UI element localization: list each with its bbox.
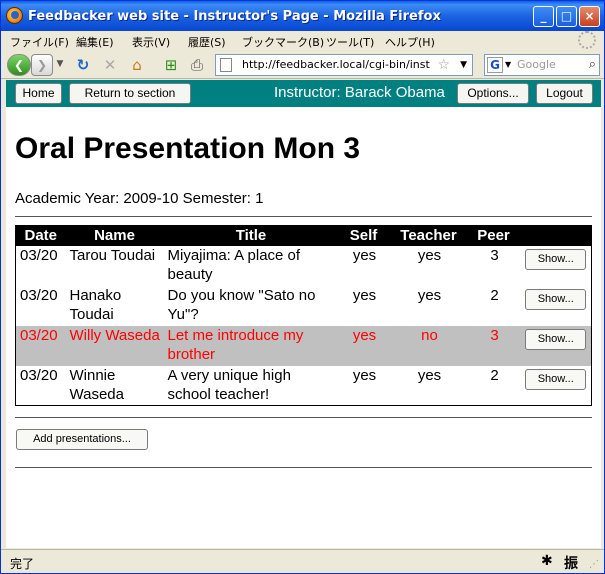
navigation-toolbar: ❮ ❯ ▼ ↻ ✕ ⌂ ⊞ ⎙ http://feedbacker.local/… xyxy=(1,51,604,79)
cell-peer: 3 xyxy=(468,325,519,366)
cell-title: Do you know "Sato no Yu"? xyxy=(167,286,316,323)
cell-teacher: no xyxy=(388,325,469,366)
cell-date: 03/20 xyxy=(20,366,58,384)
cell-name: Willy Waseda xyxy=(65,325,164,366)
addon-bug-icon[interactable]: ✱ xyxy=(541,553,553,569)
menu-tools[interactable]: ツール(T) xyxy=(326,34,374,50)
cell-title: Miyajima: A place of beauty xyxy=(167,246,301,283)
maximize-button[interactable]: □ xyxy=(556,6,577,27)
app-toolbar: Home Return to section Instructor: Barac… xyxy=(6,80,601,107)
show-button[interactable]: Show... xyxy=(525,248,587,270)
cell-self: yes xyxy=(352,366,377,384)
divider xyxy=(15,467,592,468)
forward-button[interactable]: ❯ xyxy=(31,54,53,76)
divider xyxy=(15,216,592,217)
menu-view[interactable]: 表示(V) xyxy=(132,34,170,50)
print-icon[interactable]: ⎙ xyxy=(187,55,207,75)
page-icon xyxy=(220,58,232,72)
cell-peer: 2 xyxy=(490,286,499,304)
firefox-logo-icon xyxy=(6,7,23,24)
cell-action: Show... xyxy=(519,286,592,326)
header-teacher: Teacher xyxy=(388,225,469,246)
logout-button[interactable]: Logout xyxy=(536,83,593,104)
home-icon[interactable]: ⌂ xyxy=(127,55,147,75)
home-button[interactable]: Home xyxy=(15,83,62,104)
menu-file[interactable]: ファイル(F) xyxy=(10,34,69,50)
header-action xyxy=(518,225,592,246)
window-title: Feedbacker web site - Instructor's Page … xyxy=(28,9,441,24)
cell-teacher: yes xyxy=(417,366,442,384)
page-content: Home Return to section Instructor: Barac… xyxy=(6,80,601,548)
history-dropdown-icon[interactable]: ▼ xyxy=(54,54,66,76)
url-text: http://feedbacker.local/cgi-bin/inst xyxy=(242,58,430,71)
cell-peer: 2 xyxy=(490,366,499,384)
cell-self: yes xyxy=(352,246,377,264)
menu-edit[interactable]: 編集(E) xyxy=(76,34,114,50)
new-tab-icon[interactable]: ⊞ xyxy=(161,55,181,75)
cell-action: Show... xyxy=(518,325,592,366)
resize-grip-icon[interactable]: ⋰ xyxy=(589,559,599,570)
back-button[interactable]: ❮ xyxy=(7,54,31,76)
cell-title: A very unique high school teacher! xyxy=(167,366,291,403)
cell-peer: 3 xyxy=(490,246,499,264)
cell-self: yes xyxy=(338,325,389,366)
engine-dropdown-icon[interactable]: ▼ xyxy=(505,55,511,75)
stop-icon[interactable]: ✕ xyxy=(100,55,120,75)
cell-action: Show... xyxy=(519,366,592,406)
status-text: 完了 xyxy=(10,557,35,571)
search-icon[interactable]: ⌕ xyxy=(589,55,596,75)
show-button[interactable]: Show... xyxy=(525,328,587,350)
search-box[interactable]: G ▼ Google ⌕ xyxy=(484,54,600,76)
cell-self: yes xyxy=(352,286,377,304)
cell-title: Let me introduce my brother xyxy=(163,325,339,366)
browser-window: Feedbacker web site - Instructor's Page … xyxy=(0,0,605,574)
throbber-icon xyxy=(578,31,596,49)
cell-teacher: yes xyxy=(417,246,442,264)
table-row-highlighted: 03/20 Willy Waseda Let me introduce my b… xyxy=(15,325,592,366)
menu-history[interactable]: 履歴(S) xyxy=(188,34,226,50)
title-bar: Feedbacker web site - Instructor's Page … xyxy=(1,1,604,31)
close-button[interactable]: × xyxy=(579,6,600,27)
cell-date: 03/20 xyxy=(15,325,66,366)
status-bar: 完了 ✱ 振 ⋰ xyxy=(1,549,604,573)
add-presentations-button[interactable]: Add presentations... xyxy=(16,429,148,450)
cell-name: Winnie Waseda xyxy=(69,366,124,403)
search-placeholder: Google xyxy=(517,58,556,71)
menu-bookmarks[interactable]: ブックマーク(B) xyxy=(242,34,324,50)
options-button[interactable]: Options... xyxy=(457,83,529,104)
presentations-table: Date Name Title Self Teacher Peer 03/20 … xyxy=(15,225,592,406)
page-title: Oral Presentation Mon 3 xyxy=(15,132,361,165)
cell-date: 03/20 xyxy=(20,286,58,304)
show-button[interactable]: Show... xyxy=(525,368,587,390)
divider xyxy=(15,417,592,418)
cell-name: Tarou Toudai xyxy=(69,246,156,264)
minimize-button[interactable]: _ xyxy=(533,6,554,27)
menu-bar: ファイル(F) 編集(E) 表示(V) 履歴(S) ブックマーク(B) ツール(… xyxy=(1,31,604,51)
header-name: Name xyxy=(65,225,164,246)
cell-teacher: yes xyxy=(417,286,442,304)
table-row: 03/20 Tarou Toudai Miyajima: A place of … xyxy=(16,246,592,286)
cell-name: Hanako Toudai xyxy=(69,286,122,323)
show-button[interactable]: Show... xyxy=(525,288,587,310)
instructor-label: Instructor: Barack Obama xyxy=(274,84,445,101)
academic-year-line: Academic Year: 2009-10 Semester: 1 xyxy=(15,190,264,207)
google-engine-icon[interactable]: G xyxy=(487,57,503,73)
return-to-section-button[interactable]: Return to section xyxy=(69,83,191,104)
header-title: Title xyxy=(163,225,339,246)
cell-action: Show... xyxy=(519,246,592,286)
url-dropdown-icon[interactable]: ▼ xyxy=(460,55,467,75)
table-row: 03/20 Winnie Waseda A very unique high s… xyxy=(16,366,592,406)
table-row: 03/20 Hanako Toudai Do you know "Sato no… xyxy=(16,286,592,326)
header-self: Self xyxy=(338,225,389,246)
header-peer: Peer xyxy=(468,225,519,246)
url-bar[interactable]: http://feedbacker.local/cgi-bin/inst ☆ ▼ xyxy=(215,54,473,76)
table-header-row: Date Name Title Self Teacher Peer xyxy=(15,225,592,246)
furigana-badge-icon[interactable]: 振 xyxy=(564,553,578,573)
header-date: Date xyxy=(15,225,66,246)
menu-help[interactable]: ヘルプ(H) xyxy=(385,34,435,50)
cell-date: 03/20 xyxy=(20,246,58,264)
reload-icon[interactable]: ↻ xyxy=(73,55,93,75)
bookmark-star-icon[interactable]: ☆ xyxy=(437,55,450,75)
